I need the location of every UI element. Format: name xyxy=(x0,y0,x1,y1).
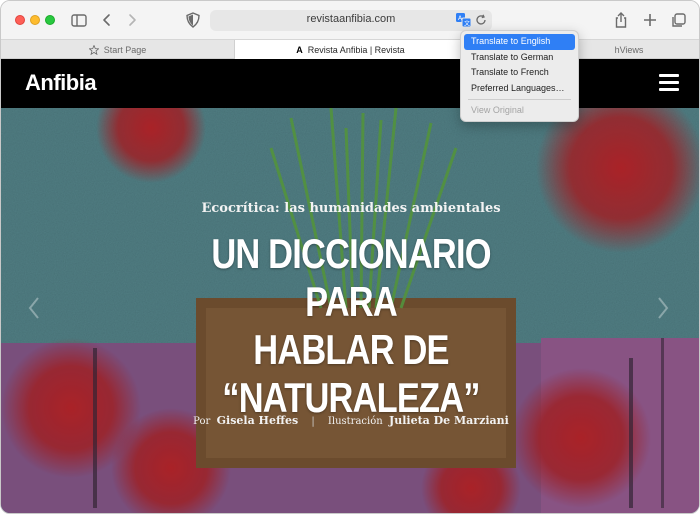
menu-divider xyxy=(468,99,571,100)
forward-arrow-icon[interactable] xyxy=(122,10,142,30)
back-arrow-icon[interactable] xyxy=(97,10,117,30)
tab-label: Start Page xyxy=(103,44,147,55)
headline-line-1: UN DICCIONARIO PARA xyxy=(211,230,491,325)
browser-window: revistaanfibia.com A文 Start Page A Revis… xyxy=(0,0,700,514)
hamburger-menu-icon[interactable] xyxy=(659,74,679,91)
svg-text:文: 文 xyxy=(464,20,470,28)
tab-revista-anfibia[interactable]: A Revista Anfibia | Revista xyxy=(234,40,467,59)
tab-label: Revista Anfibia | Revista xyxy=(307,44,405,55)
author-name[interactable]: Gisela Heffes xyxy=(217,414,299,427)
reload-icon[interactable] xyxy=(474,13,488,27)
address-bar[interactable]: revistaanfibia.com A文 xyxy=(210,10,492,31)
menu-item-view-original: View Original xyxy=(471,105,524,115)
sidebar-toggle-icon[interactable] xyxy=(69,10,89,30)
close-window-button[interactable] xyxy=(15,15,25,25)
article-byline: Por Gisela Heffes | Ilustración Julieta … xyxy=(1,414,699,427)
privacy-shield-icon[interactable] xyxy=(183,10,203,30)
headline-line-2: HABLAR DE xyxy=(253,326,449,373)
hero-banner: Ecocrítica: las humanidades ambientales … xyxy=(1,108,699,513)
tab-bar: Start Page A Revista Anfibia | Revista h… xyxy=(1,39,699,59)
carousel-prev-arrow-icon[interactable] xyxy=(27,296,41,320)
site-header: Anfibia xyxy=(1,59,699,108)
illustration-label: Ilustración xyxy=(327,416,383,427)
zoom-window-button[interactable] xyxy=(45,15,55,25)
star-icon xyxy=(88,44,99,55)
article-kicker[interactable]: Ecocrítica: las humanidades ambientales xyxy=(1,201,699,216)
translate-menu: Translate to English Translate to German… xyxy=(460,30,579,122)
address-text[interactable]: revistaanfibia.com xyxy=(210,13,492,25)
translate-icon[interactable]: A文 xyxy=(456,13,472,28)
menu-item-translate-german[interactable]: Translate to German xyxy=(464,50,575,66)
browser-toolbar: revistaanfibia.com A文 xyxy=(1,1,699,39)
menu-item-preferred-languages[interactable]: Preferred Languages… xyxy=(464,81,575,97)
carousel-next-arrow-icon[interactable] xyxy=(656,296,670,320)
site-logo[interactable]: Anfibia xyxy=(25,70,97,96)
illustrator-name[interactable]: Julieta De Marziani xyxy=(389,414,509,427)
share-icon[interactable] xyxy=(611,10,631,30)
site-favicon: A xyxy=(296,44,303,55)
menu-item-translate-english[interactable]: Translate to English xyxy=(464,34,575,50)
minimize-window-button[interactable] xyxy=(30,15,40,25)
new-tab-icon[interactable] xyxy=(640,10,660,30)
article-headline[interactable]: UN DICCIONARIO PARA HABLAR DE “NATURALEZ… xyxy=(187,230,515,422)
menu-item-translate-french[interactable]: Translate to French xyxy=(464,65,575,81)
tab-overview-icon[interactable] xyxy=(669,10,689,30)
tab-start-page[interactable]: Start Page xyxy=(1,40,234,59)
by-label: Por xyxy=(193,416,211,427)
byline-separator: | xyxy=(311,416,315,427)
